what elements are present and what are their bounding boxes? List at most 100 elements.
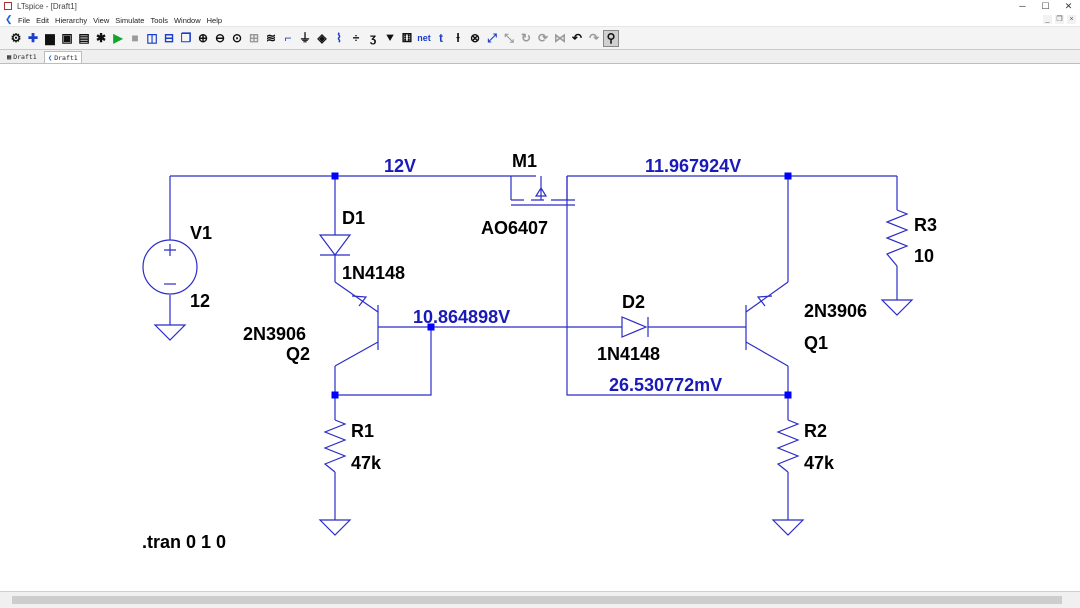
waveform-doc-icon: ▦ <box>7 53 12 61</box>
tab-label: Draft1 <box>13 53 37 61</box>
spice-directive[interactable]: .tran 0 1 0 <box>142 533 226 551</box>
q1-name-label: Q1 <box>804 333 829 353</box>
tab-draft1-schematic[interactable]: ❮ Draft1 <box>44 51 82 63</box>
v1-plus <box>164 244 176 256</box>
node-q1-emitter <box>784 391 792 399</box>
label-net-icon[interactable]: ◈ <box>314 30 330 47</box>
r2-value-label: 47k <box>804 453 835 473</box>
ground-r1 <box>318 519 352 536</box>
title-bar: LTspice - [Draft1] ─ ☐ ✕ <box>0 0 1080 13</box>
horizontal-scrollbar[interactable] <box>0 591 1080 608</box>
tile-horizontal-icon[interactable]: ⊟ <box>161 30 177 47</box>
menu-edit[interactable]: Edit <box>36 16 49 25</box>
undo-icon[interactable]: ↶ <box>569 30 585 47</box>
ground-r2 <box>771 519 805 536</box>
drag-icon[interactable]: ⤡ <box>501 30 517 47</box>
window-controls: ─ ☐ ✕ <box>1011 0 1080 13</box>
save-icon[interactable]: ▣ <box>59 30 75 47</box>
d1-symbol <box>318 234 352 256</box>
menu-window[interactable]: Window <box>174 16 201 25</box>
minimize-button[interactable]: ─ <box>1011 0 1034 13</box>
component-icon[interactable]: ⚅ <box>399 30 415 47</box>
run-icon[interactable]: ▶ <box>110 30 126 47</box>
resistor-icon[interactable]: ⌇ <box>331 30 347 47</box>
m1-body-arrow <box>534 176 548 200</box>
open-icon[interactable]: ✚ <box>25 30 41 47</box>
text-icon[interactable]: t <box>433 30 449 47</box>
r3-value-label: 10 <box>914 246 935 266</box>
d2-name-label: D2 <box>622 292 646 312</box>
document-icon[interactable]: ❮ <box>5 15 13 24</box>
node-q2-emitter <box>331 391 339 399</box>
ground-icon[interactable]: ⏚ <box>297 30 313 47</box>
m1-name-label: M1 <box>512 151 538 171</box>
zoom-in-icon[interactable]: ⊕ <box>195 30 211 47</box>
maximize-button[interactable]: ☐ <box>1034 0 1057 13</box>
flip-icon[interactable]: ⋈ <box>552 30 568 47</box>
redo-icon[interactable]: ↷ <box>586 30 602 47</box>
document-tabs: ▦ Draft1 ❮ Draft1 <box>0 50 1080 64</box>
rotate-icon[interactable]: ↻ <box>518 30 534 47</box>
scrollbar-thumb[interactable] <box>12 596 1062 604</box>
zoom-fit-icon[interactable]: ⊙ <box>229 30 245 47</box>
node-out <box>784 172 792 180</box>
q1-collector-leg <box>745 341 789 367</box>
d2-symbol <box>621 316 649 338</box>
delete-icon[interactable]: ⊗ <box>467 30 483 47</box>
cascade-icon[interactable]: ❐ <box>178 30 194 47</box>
r2-name-label: R2 <box>804 421 828 441</box>
find-icon[interactable]: ⚲ <box>603 29 619 47</box>
r3-resistor <box>885 209 909 267</box>
chip-icon[interactable]: ✱ <box>93 30 109 47</box>
print-icon[interactable]: ▤ <box>76 30 92 47</box>
menu-view[interactable]: View <box>93 16 109 25</box>
mdi-controls: _ ❐ × <box>1043 15 1076 24</box>
inductor-icon[interactable]: ʒ <box>365 30 381 47</box>
net-voltage-base: 10.864898V <box>413 307 511 327</box>
waveform-icon[interactable]: ≋ <box>263 30 279 47</box>
schematic-doc-icon: ❮ <box>48 53 53 62</box>
wire-base-loop <box>335 327 432 396</box>
menu-hierarchy[interactable]: Hierarchy <box>55 16 87 25</box>
zoom-out-icon[interactable]: ⊖ <box>212 30 228 47</box>
spice-directive-icon[interactable]: ƚ <box>450 30 466 47</box>
mdi-minimize-button[interactable]: _ <box>1043 15 1052 24</box>
net-voltage-out: 11.967924V <box>645 156 742 176</box>
tile-vertical-icon[interactable]: ◫ <box>144 30 160 47</box>
d2-model-label: 1N4148 <box>597 344 661 364</box>
diode-icon[interactable]: ⯆ <box>382 30 398 47</box>
m1-channel <box>511 199 575 206</box>
schematic-canvas[interactable]: V1 12 D1 1N4148 M1 AO6407 2N3906 Q2 D2 1… <box>0 64 1080 591</box>
tab-draft1-waveform[interactable]: ▦ Draft1 <box>4 51 40 63</box>
r3-name-label: R3 <box>914 215 938 235</box>
capacitor-icon[interactable]: ÷ <box>348 30 364 47</box>
close-button[interactable]: ✕ <box>1057 0 1080 13</box>
settings-icon[interactable]: ⚙ <box>8 30 24 47</box>
menu-tools[interactable]: Tools <box>150 16 168 25</box>
q2-collector-leg <box>334 341 379 367</box>
mirror-icon[interactable]: ⟳ <box>535 30 551 47</box>
q1-emitter-arrow <box>756 295 773 307</box>
net-voltage-12v: 12V <box>384 156 417 176</box>
wire-icon[interactable]: ⌐ <box>280 30 296 47</box>
open-folder-icon[interactable]: ▆ <box>42 30 58 47</box>
menu-help[interactable]: Help <box>207 16 222 25</box>
mdi-close-button[interactable]: × <box>1067 15 1076 24</box>
mdi-restore-button[interactable]: ❐ <box>1055 15 1064 24</box>
d1-model-label: 1N4148 <box>342 263 406 283</box>
menu-simulate[interactable]: Simulate <box>115 16 144 25</box>
ltspice-logo-icon <box>4 2 12 10</box>
net-icon[interactable]: net <box>416 30 432 47</box>
move-icon[interactable]: ⤢ <box>484 30 500 47</box>
window-title: LTspice - [Draft1] <box>17 2 77 11</box>
menu-file[interactable]: File <box>18 16 30 25</box>
q2-emitter-leg <box>334 281 379 313</box>
r2-resistor <box>776 419 800 473</box>
halt-icon[interactable]: ■ <box>127 30 143 47</box>
zoom-area-icon[interactable]: ⊞ <box>246 30 262 47</box>
net-voltage-sense: 26.530772mV <box>609 375 723 395</box>
menu-bar: ❮ File Edit Hierarchy View Simulate Tool… <box>0 13 1080 27</box>
q2-emitter-arrow <box>351 295 368 307</box>
node-12v <box>331 172 339 180</box>
r1-resistor <box>323 419 347 473</box>
